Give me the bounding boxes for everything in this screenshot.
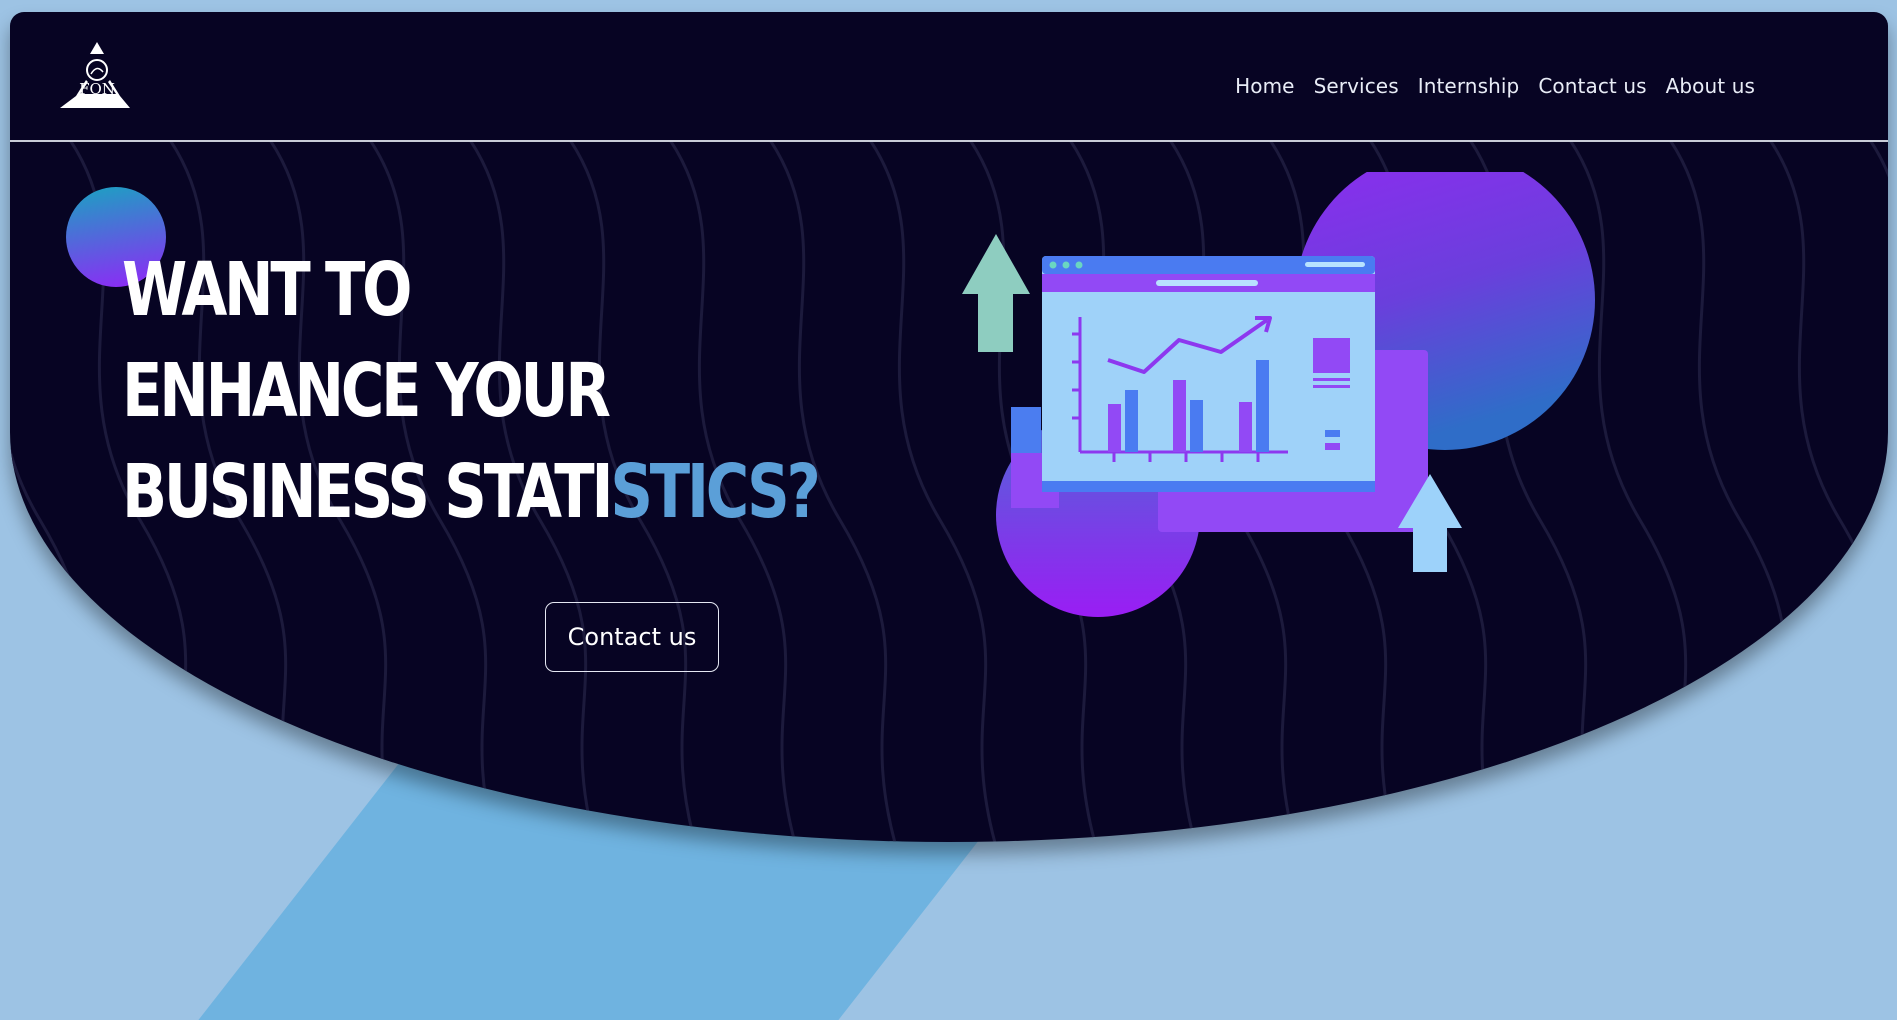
headline-line-3-start: BUSINESS STATI <box>122 449 614 535</box>
headline-line-3: BUSINESS STATISTICS? <box>122 442 821 543</box>
contact-us-button[interactable]: Contact us <box>545 602 719 672</box>
nav-services[interactable]: Services <box>1314 74 1399 98</box>
window-address-line <box>1305 262 1365 267</box>
legend-line-1 <box>1313 378 1350 381</box>
left-tab <box>1011 407 1041 453</box>
browser-title-line <box>1156 280 1258 286</box>
window-dot-3 <box>1075 261 1083 269</box>
headline-accent: STICS? <box>610 449 821 535</box>
hero-section: FON Home Services Internship Contact us … <box>10 12 1888 842</box>
statistics-illustration <box>962 172 1595 617</box>
headline-line-2: ENHANCE YOUR <box>122 348 611 434</box>
up-arrow-icon <box>962 234 1030 352</box>
hero-headline: WANT TO ENHANCE YOUR BUSINESS STATISTICS… <box>122 240 821 543</box>
mini-bar-2 <box>1325 443 1340 450</box>
mini-bar-1 <box>1325 430 1340 437</box>
legend-line-2 <box>1313 385 1350 388</box>
nav-contact-us[interactable]: Contact us <box>1538 74 1646 98</box>
window-dot-2 <box>1062 261 1070 269</box>
browser-footer <box>1042 481 1375 492</box>
nav-home[interactable]: Home <box>1235 74 1294 98</box>
nav-about-us[interactable]: About us <box>1666 74 1755 98</box>
window-dot-1 <box>1049 261 1057 269</box>
legend-box <box>1313 338 1350 373</box>
nav-links: Home Services Internship Contact us Abou… <box>1235 74 1755 98</box>
fon-logo[interactable]: FON <box>60 40 142 112</box>
headline-line-1: WANT TO <box>122 247 413 333</box>
navbar: FON Home Services Internship Contact us … <box>10 12 1888 142</box>
logo-text: FON <box>79 80 115 98</box>
nav-internship[interactable]: Internship <box>1418 74 1520 98</box>
